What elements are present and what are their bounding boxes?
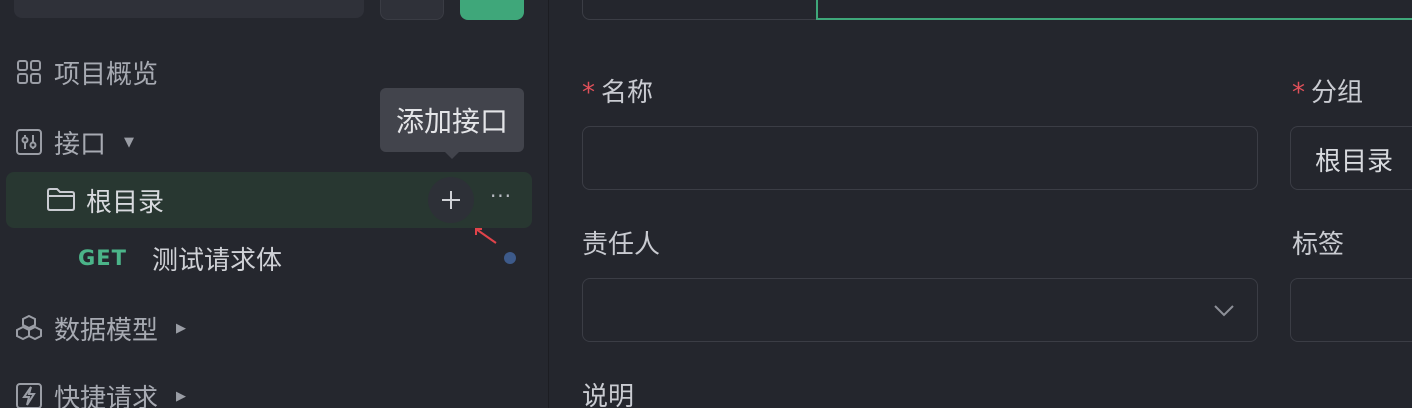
sidebar-item-project-overview[interactable]: 项目概览 — [14, 52, 158, 92]
sidebar: 项目概览 接口 ▼ 添加接口 根目录 ··· GET 测试请求体 数据模型 ▶ … — [0, 0, 549, 408]
sidebar-item-quick-requests[interactable]: 快捷请求 ▶ — [14, 376, 186, 408]
main-form-panel: * 名称 * 分组 根目录 责任人 标签 说明 — [550, 0, 1412, 408]
required-asterisk: * — [582, 78, 595, 108]
method-select[interactable] — [582, 0, 818, 20]
sidebar-item-label: 接口 — [54, 129, 107, 160]
url-input[interactable] — [816, 0, 1412, 20]
owner-select[interactable] — [582, 278, 1258, 342]
description-field-label: 说明 — [582, 382, 635, 408]
add-interface-tooltip: 添加接口 — [380, 88, 524, 152]
sidebar-item-label: 快捷请求 — [54, 383, 159, 408]
grid-icon — [14, 57, 44, 87]
api-item-name: 测试请求体 — [152, 245, 283, 276]
group-select[interactable]: 根目录 — [1290, 126, 1412, 190]
plus-icon — [442, 191, 460, 209]
sidebar-item-interfaces[interactable]: 接口 ▼ — [14, 122, 134, 162]
required-asterisk: * — [1292, 78, 1305, 108]
tags-field-label: 标签 — [1292, 230, 1345, 260]
sidebar-item-label: 项目概览 — [54, 59, 159, 90]
sidebar-folder-root[interactable]: 根目录 ··· — [6, 172, 532, 228]
folder-label: 根目录 — [86, 188, 165, 218]
name-field-label: * 名称 — [582, 72, 653, 109]
owner-field-label: 责任人 — [582, 230, 661, 260]
chevron-down-icon — [1214, 305, 1234, 317]
sidebar-item-data-models[interactable]: 数据模型 ▶ — [14, 308, 186, 348]
group-select-value: 根目录 — [1315, 147, 1394, 177]
sidebar-new-button[interactable] — [460, 0, 524, 20]
sidebar-item-label: 数据模型 — [54, 315, 159, 346]
http-method-badge: GET — [78, 246, 127, 270]
caret-down-icon[interactable]: ▼ — [124, 135, 134, 150]
sidebar-filter-button[interactable] — [380, 0, 444, 20]
sidebar-search-input[interactable] — [14, 0, 364, 18]
caret-right-icon[interactable]: ▶ — [176, 389, 186, 404]
group-label-text: 分组 — [1311, 78, 1364, 108]
sidebar-api-item[interactable]: GET 测试请求体 — [78, 238, 282, 278]
folder-icon — [46, 186, 76, 214]
name-input[interactable] — [582, 126, 1258, 190]
tags-input[interactable] — [1290, 278, 1412, 342]
lightning-icon — [14, 381, 44, 408]
add-interface-button[interactable] — [428, 177, 474, 223]
interface-icon — [14, 127, 44, 157]
more-options-button[interactable]: ··· — [484, 184, 518, 214]
cubes-icon — [14, 313, 44, 343]
group-field-label: * 分组 — [1292, 72, 1363, 109]
name-label-text: 名称 — [601, 78, 654, 108]
caret-right-icon[interactable]: ▶ — [176, 321, 186, 336]
status-dot — [504, 252, 516, 264]
tooltip-arrow — [444, 151, 460, 159]
arrow-pointer-icon — [475, 228, 497, 244]
app-window: 项目概览 接口 ▼ 添加接口 根目录 ··· GET 测试请求体 数据模型 ▶ … — [0, 0, 1412, 408]
